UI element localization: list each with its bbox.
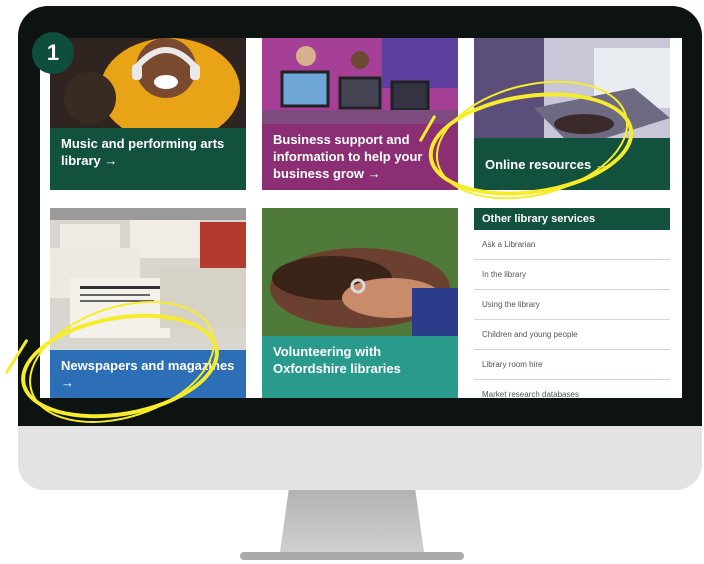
tile-music-label: Music and performing arts library: [61, 136, 225, 168]
sidebar-item-market-research[interactable]: Market research databases: [474, 380, 670, 398]
monitor-chin: [18, 426, 702, 490]
sidebar-item-children[interactable]: Children and young people: [474, 320, 670, 350]
music-photo: [50, 38, 246, 138]
tile-music[interactable]: Music and performing arts library →: [50, 38, 246, 190]
monitor-stand: [280, 490, 424, 552]
other-services-panel: Other library services Ask a Librarian I…: [474, 208, 670, 398]
arrow-right-icon: →: [104, 153, 118, 168]
sidebar-item-in-the-library[interactable]: In the library: [474, 260, 670, 290]
tile-volunteering[interactable]: Volunteering with Oxfordshire libraries: [262, 208, 458, 398]
step-badge: 1: [32, 32, 74, 74]
tile-business-label: Business support and information to help…: [273, 132, 423, 181]
volunteering-photo: [262, 208, 458, 348]
tile-volunteering-caption[interactable]: Volunteering with Oxfordshire libraries: [262, 336, 458, 398]
arrow-right-icon: →: [367, 166, 381, 181]
sidebar-item-using-library[interactable]: Using the library: [474, 290, 670, 320]
tile-business[interactable]: Business support and information to help…: [262, 38, 458, 190]
sidebar-item-ask-librarian[interactable]: Ask a Librarian: [474, 230, 670, 260]
tile-volunteering-label: Volunteering with Oxfordshire libraries: [273, 344, 401, 376]
sidebar-item-room-hire[interactable]: Library room hire: [474, 350, 670, 380]
other-services-title: Other library services: [474, 208, 670, 230]
monitor-base: [240, 552, 464, 560]
tile-music-caption[interactable]: Music and performing arts library →: [50, 128, 246, 190]
business-photo: [262, 38, 458, 128]
